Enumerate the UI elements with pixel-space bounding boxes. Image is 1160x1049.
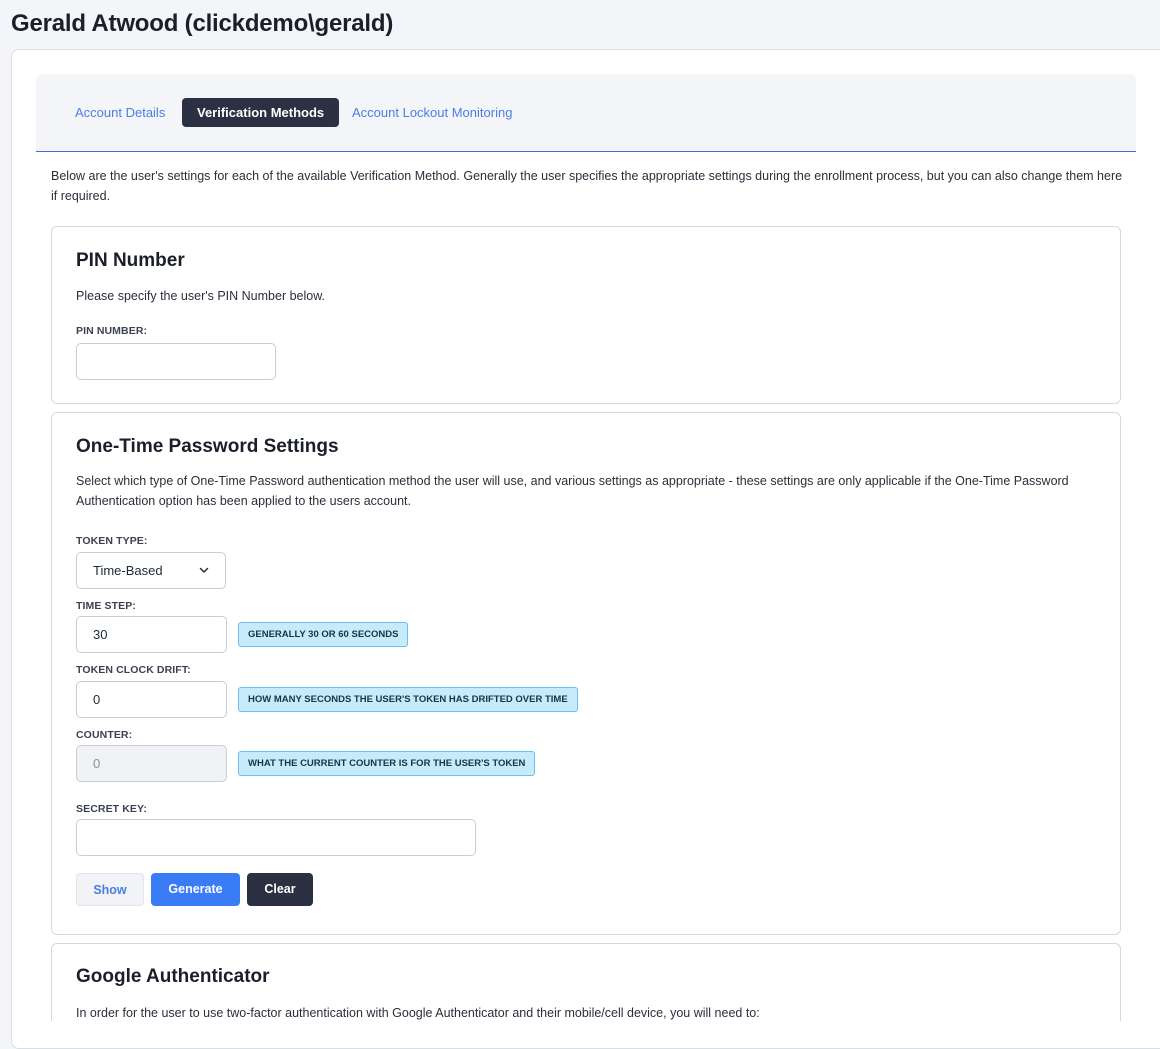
pin-number-title: PIN Number [76,250,185,271]
clear-button[interactable]: Clear [247,873,313,906]
token-type-value: Time-Based [93,563,163,578]
pin-number-input[interactable] [76,343,276,380]
otp-settings-card: One-Time Password Settings Select which … [51,412,1121,935]
pin-number-description: Please specify the user's PIN Number bel… [76,289,326,303]
tab-bar: Account Details Verification Methods Acc… [36,74,1136,152]
time-step-input[interactable] [76,616,227,653]
otp-settings-title: One-Time Password Settings [76,436,339,457]
secret-key-input[interactable] [76,819,476,856]
pin-number-card: PIN Number Please specify the user's PIN… [51,226,1121,404]
secret-key-label: SECRET KEY: [76,803,147,815]
clock-drift-label: TOKEN CLOCK DRIFT: [76,664,191,676]
time-step-label: TIME STEP: [76,600,136,612]
page-title: Gerald Atwood (clickdemo\gerald) [11,10,394,37]
show-button[interactable]: Show [76,873,144,906]
counter-input [76,745,227,782]
intro-text: Below are the user's settings for each o… [51,169,1123,203]
pin-number-label: PIN NUMBER: [76,325,148,337]
clock-drift-hint: HOW MANY SECONDS THE USER'S TOKEN HAS DR… [238,687,578,712]
google-authenticator-title: Google Authenticator [76,966,270,987]
otp-settings-description: Select which type of One-Time Password a… [76,474,1069,508]
token-type-label: TOKEN TYPE: [76,535,148,547]
chevron-down-icon [199,567,209,573]
counter-label: COUNTER: [76,729,133,741]
tab-account-lockout-monitoring[interactable]: Account Lockout Monitoring [352,98,512,127]
token-type-select[interactable]: Time-Based [76,552,226,589]
tab-verification-methods[interactable]: Verification Methods [182,98,340,127]
counter-hint: WHAT THE CURRENT COUNTER IS FOR THE USER… [238,751,536,776]
clock-drift-input[interactable] [76,681,227,718]
time-step-hint: GENERALLY 30 OR 60 SECONDS [238,622,409,647]
tab-account-details[interactable]: Account Details [75,98,165,127]
generate-button[interactable]: Generate [151,873,240,906]
google-authenticator-card: Google Authenticator In order for the us… [51,943,1121,1021]
